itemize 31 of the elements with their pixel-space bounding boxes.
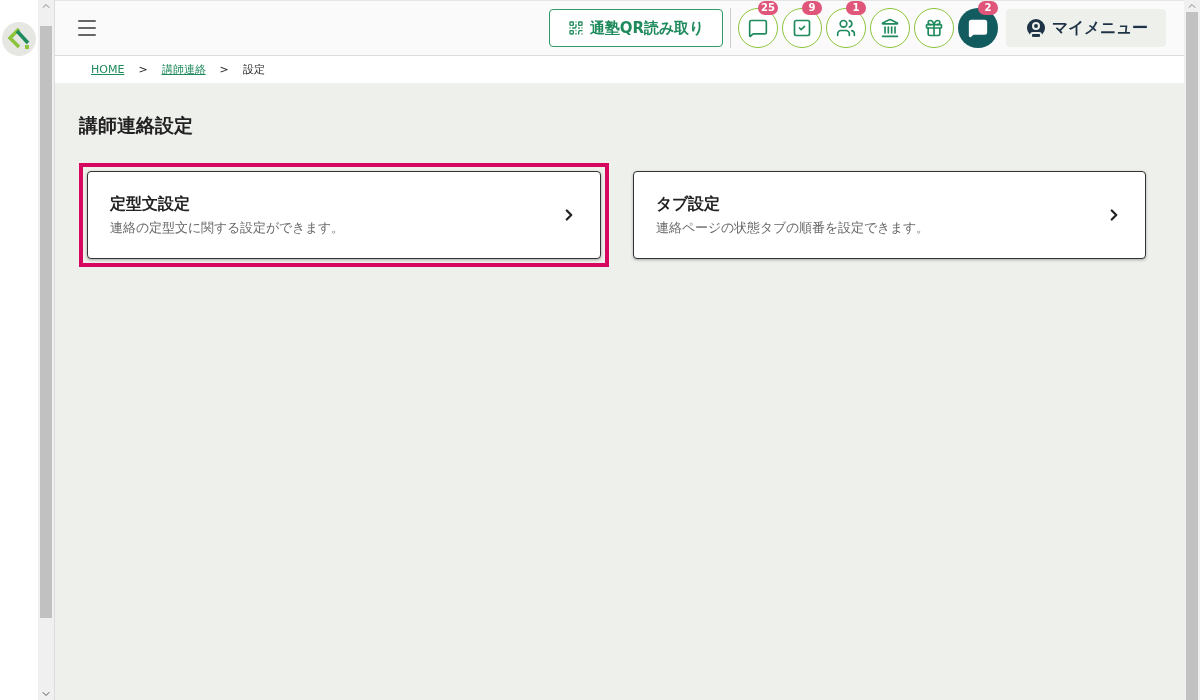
logo-icon[interactable]: [2, 22, 36, 56]
count-badge: 2: [978, 1, 998, 15]
breadcrumb-label: >: [138, 63, 148, 76]
settings-card[interactable]: タブ設定 連絡ページの状態タブの順番を設定できます。: [632, 171, 1146, 259]
count-badge: 1: [846, 1, 866, 15]
breadcrumb-link[interactable]: HOME: [91, 63, 125, 76]
breadcrumb-link[interactable]: 講師連絡: [161, 62, 206, 77]
building-icon: [880, 18, 900, 38]
scrollbar-thumb[interactable]: [40, 26, 52, 618]
count-badge: 9: [802, 1, 822, 15]
user-icon: [1024, 16, 1048, 40]
card-description: 連絡ページの状態タブの順番を設定できます。: [655, 218, 929, 237]
card-title: タブ設定: [655, 193, 721, 215]
card-title: 定型文設定: [110, 193, 191, 215]
settings-card[interactable]: 定型文設定 連絡の定型文に関する設定ができます。: [87, 171, 601, 259]
checklist-icon: [792, 18, 812, 38]
card-description: 連絡の定型文に関する設定ができます。: [110, 218, 344, 237]
icon-button[interactable]: [914, 8, 954, 48]
my-menu-button[interactable]: マイメニュー: [1006, 9, 1166, 47]
people-icon: [836, 18, 856, 38]
breadcrumb-label: 設定: [242, 62, 265, 77]
count-badge: 25: [758, 1, 778, 15]
scrollbar-thumb[interactable]: [1186, 12, 1198, 700]
gift-icon: [924, 18, 944, 38]
chat-icon: [968, 18, 988, 38]
qr-scan-button[interactable]: 通塾QR読み取り: [548, 9, 723, 47]
qr-code-icon: [567, 20, 584, 36]
icon-button[interactable]: [870, 8, 910, 48]
breadcrumb-label: >: [219, 63, 229, 76]
page-title: 講師連絡設定: [79, 113, 194, 138]
chat-icon: [748, 18, 768, 38]
